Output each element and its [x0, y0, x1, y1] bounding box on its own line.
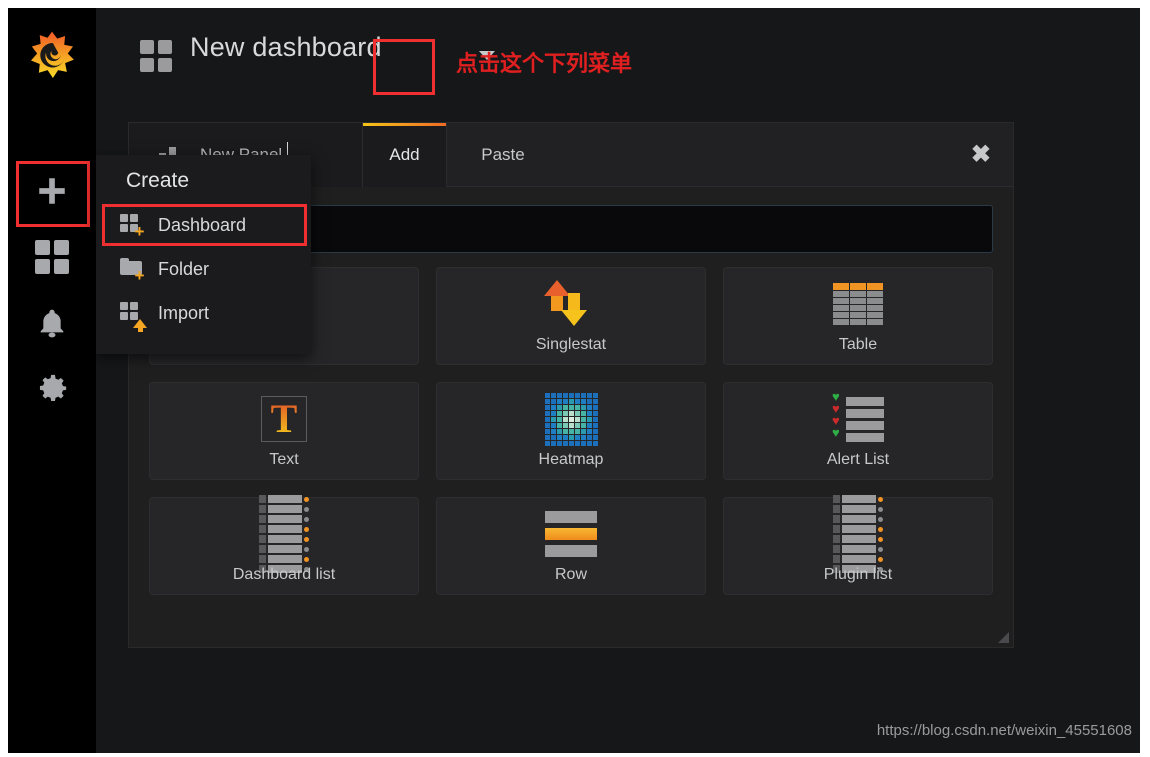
panel-type-label: Row [554, 566, 587, 583]
singlestat-arrows-icon [542, 278, 600, 330]
window-edge-bottom [0, 753, 1150, 757]
sidebar-nav [8, 158, 96, 422]
text-t-icon: T [261, 393, 307, 445]
panel-type-label: Table [838, 336, 878, 353]
sidebar-item-dashboards[interactable] [8, 224, 96, 290]
panel-type-dashboard-list[interactable]: Dashboard list [149, 495, 419, 595]
grafana-logo[interactable] [8, 22, 96, 92]
tab-paste[interactable]: Paste [447, 123, 559, 187]
title-dropdown-highlight [373, 39, 435, 95]
bell-icon [40, 309, 64, 338]
panel-type-text[interactable]: T Text [149, 382, 419, 480]
sidebar-item-configuration[interactable] [8, 356, 96, 422]
annotation-text: 点击这个下列菜单 [456, 51, 633, 76]
dashboard-grid-icon [140, 40, 172, 72]
panel-type-label: Alert List [826, 451, 890, 468]
panel-type-label: Text [269, 451, 299, 468]
create-menu-item-dashboard[interactable]: + Dashboard [96, 203, 311, 247]
resize-handle[interactable] [998, 632, 1009, 643]
sidebar [8, 8, 96, 753]
row-icon [545, 508, 597, 560]
create-menu-item-import[interactable]: Import [96, 291, 311, 335]
heatmap-grid-icon [544, 392, 598, 446]
create-menu-item-folder[interactable]: + Folder [96, 247, 311, 291]
panel-type-label: Dashboard list [232, 566, 336, 583]
plugin-list-icon [833, 495, 883, 573]
add-panel-tabs: Add Paste [363, 123, 559, 187]
topbar: New dashboard 点击这个下列菜单 [96, 8, 1140, 103]
create-menu-item-label: Dashboard [158, 214, 247, 235]
panel-type-alert-list[interactable]: Alert List [723, 382, 993, 480]
panel-type-table[interactable]: Table [723, 267, 993, 365]
plus-icon [39, 178, 65, 204]
folder-plus-icon: + [120, 258, 144, 284]
create-dropdown-menu: Create + Dashboard + Folder Import [96, 155, 311, 354]
watermark: https://blog.csdn.net/weixin_45551608 [876, 722, 1132, 739]
window-edge-top [0, 0, 1150, 8]
panel-type-singlestat[interactable]: Singlestat [436, 267, 706, 365]
panel-type-heatmap[interactable]: Heatmap [436, 382, 706, 480]
window-edge-left [0, 0, 8, 757]
panel-type-label: Plugin list [823, 566, 893, 583]
dashboard-plus-icon: + [120, 214, 144, 240]
panel-type-label: Heatmap [538, 451, 604, 468]
sidebar-item-create[interactable] [8, 158, 96, 227]
sidebar-item-alerting[interactable] [8, 290, 96, 356]
grafana-app: New dashboard 点击这个下列菜单 New Panel Add Pas… [0, 0, 1150, 757]
panel-type-label: Singlestat [535, 336, 607, 353]
window-edge-right [1140, 0, 1150, 757]
alert-list-icon [832, 390, 884, 445]
panel-type-plugin-list[interactable]: Plugin list [723, 495, 993, 595]
grafana-logo-icon [31, 31, 74, 78]
panel-type-row[interactable]: Row [436, 497, 706, 595]
table-icon [833, 278, 883, 330]
create-menu-title: Create [126, 169, 190, 192]
close-icon[interactable]: ✖ [971, 143, 991, 167]
create-menu-item-label: Import [158, 302, 210, 323]
create-menu-item-label: Folder [158, 258, 210, 279]
import-arrow-icon [120, 302, 147, 332]
tab-add[interactable]: Add [363, 123, 447, 187]
dashboard-list-icon [259, 495, 309, 573]
page-title: New dashboard [190, 32, 382, 62]
gear-icon [39, 374, 67, 402]
dashboards-grid-icon [35, 240, 69, 274]
